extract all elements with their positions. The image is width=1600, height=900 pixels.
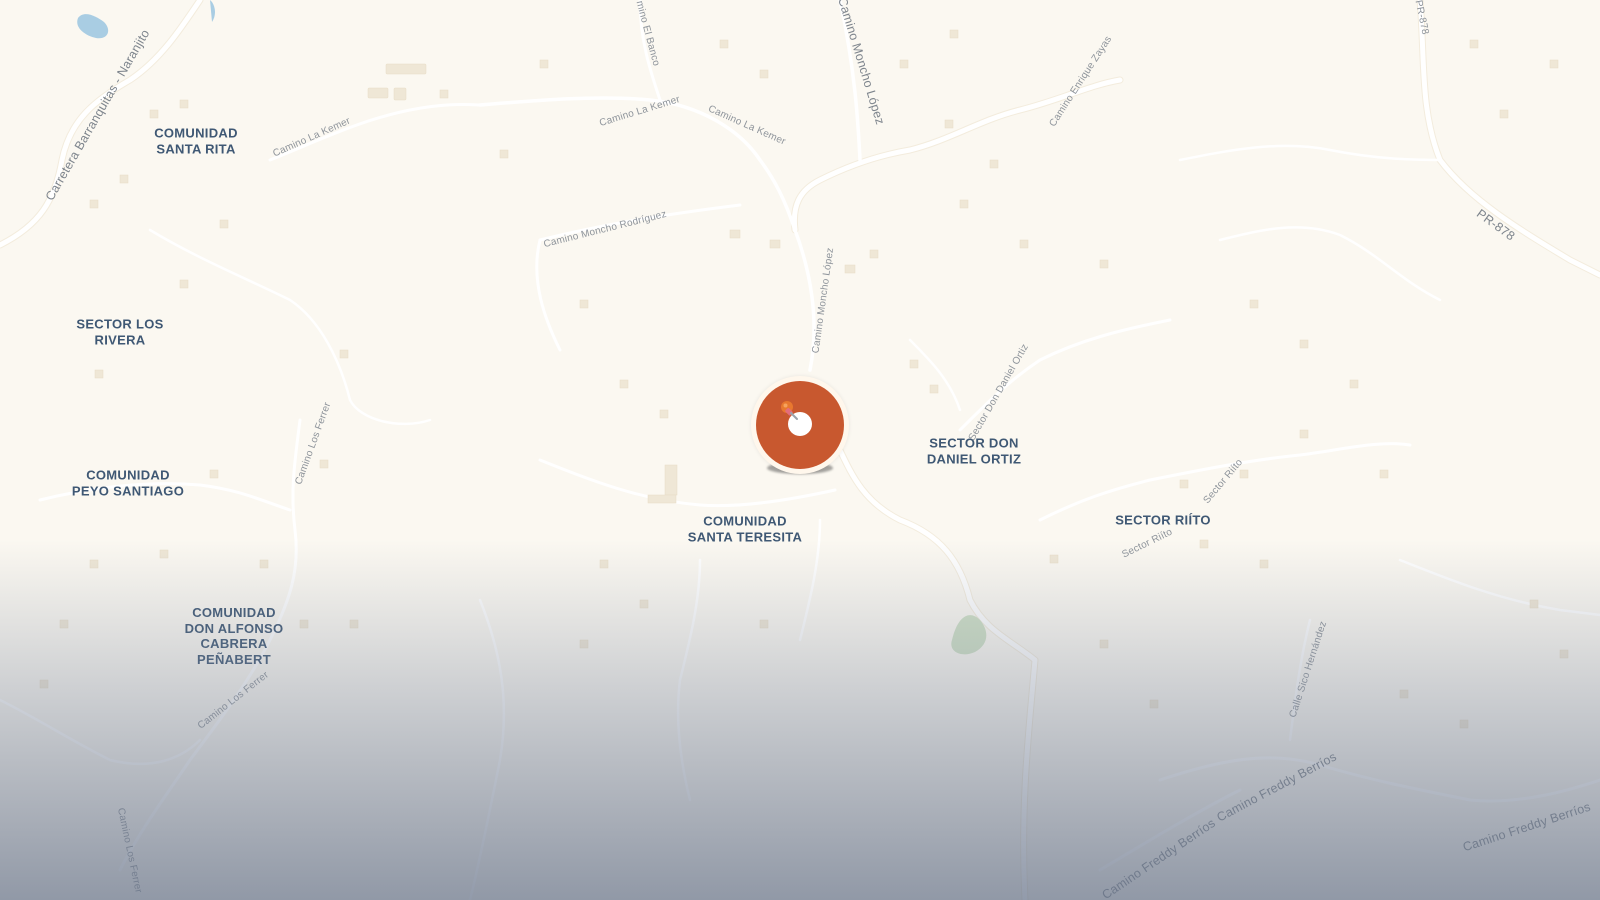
location-marker[interactable]: [745, 370, 855, 480]
place-label-riito: SECTOR RIÍTO: [1115, 512, 1211, 528]
place-label-santa-teresita: COMUNIDAD SANTA TERESITA: [687, 513, 803, 545]
pushpin-icon: [781, 401, 798, 420]
place-label-don-alfonso: COMUNIDAD DON ALFONSO CABRERA PEÑABERT: [184, 605, 284, 667]
place-label-los-rivera: SECTOR LOS RIVERA: [76, 316, 164, 348]
place-label-santa-rita: COMUNIDAD SANTA RITA: [154, 125, 238, 157]
map-canvas[interactable]: COMUNIDAD SANTA RITA SECTOR LOS RIVERA C…: [0, 0, 1600, 900]
place-label-peyo-santiago: COMUNIDAD PEYO SANTIAGO: [71, 467, 185, 499]
